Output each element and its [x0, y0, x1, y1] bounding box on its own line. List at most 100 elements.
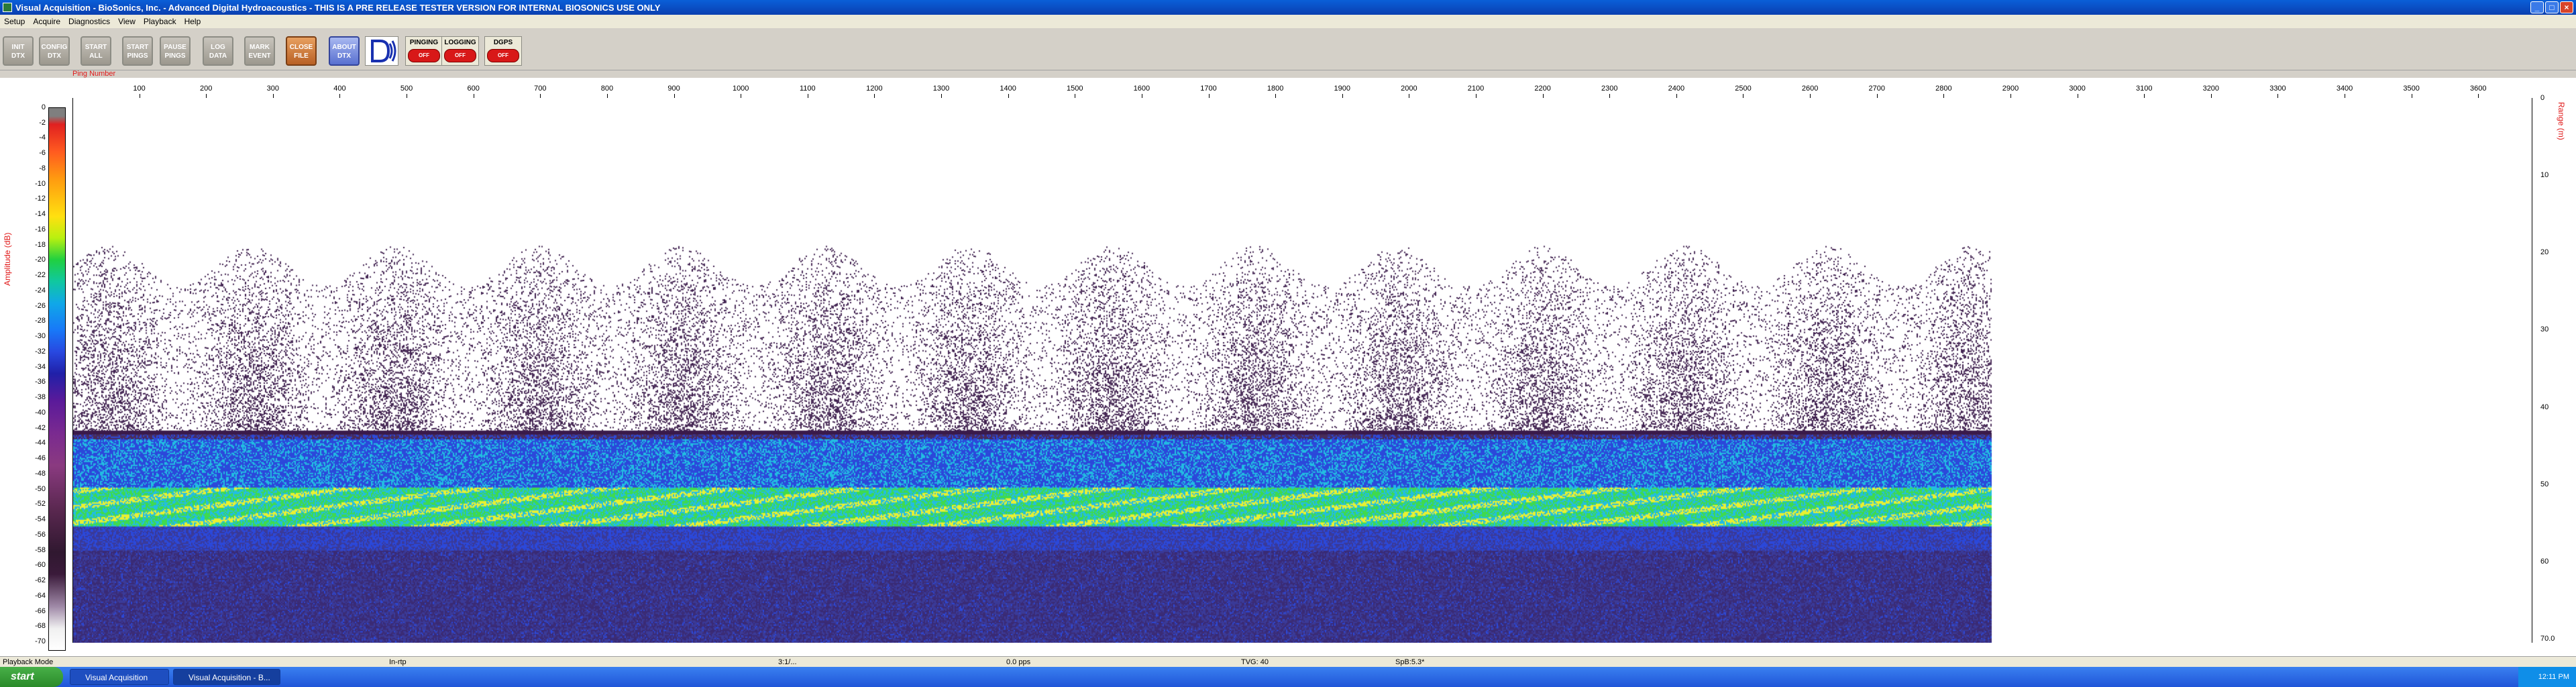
amplitude-tick-label: -24	[35, 286, 46, 295]
amplitude-tick-label: -18	[35, 240, 46, 249]
ping-tick-label: 100	[133, 85, 146, 93]
logging-indicator-label: LOGGING	[444, 39, 476, 46]
init-dtx-label: INIT	[11, 44, 25, 51]
window-controls: _ □ ×	[2530, 1, 2573, 13]
amplitude-tick-label: -40	[35, 408, 46, 417]
amplitude-tick-label: -50	[35, 484, 46, 493]
ping-tick-label: 2000	[1401, 85, 1417, 93]
amplitude-tick-label: -38	[35, 393, 46, 402]
ping-tick-label: 3600	[2470, 85, 2487, 93]
ping-axis: 100 200 300 400 500 600 700 800 900 1000 1100 1200 1…	[72, 78, 2532, 99]
start-pings-button[interactable]: START PINGS	[122, 36, 153, 66]
mark-event-label: MARK	[250, 44, 270, 51]
taskbar-item-2[interactable]: Visual Acquisition - B...	[173, 669, 280, 685]
range-tick-label: 30	[2540, 325, 2549, 334]
amplitude-scale: Amplitude (dB) 0 -2 -4 -6 -8 -10 -12 -14 -16 -18 -…	[0, 98, 72, 651]
ping-tick-label: 1500	[1067, 85, 1083, 93]
amplitude-tick-label: -62	[35, 576, 46, 585]
amplitude-tick-label: -8	[39, 164, 46, 172]
status-bar: Playback Mode In-rtp 3:1/... 0.0 pps TVG…	[0, 656, 2576, 668]
start-all-button[interactable]: START ALL	[80, 36, 111, 66]
amplitude-tick-label: -54	[35, 515, 46, 524]
amplitude-tick-label: -12	[35, 195, 46, 203]
pause-pings-button[interactable]: PAUSE PINGS	[160, 36, 191, 66]
pause-pings-label: PAUSE	[164, 44, 186, 51]
config-dtx-button[interactable]: CONFIG DTX	[39, 36, 70, 66]
amplitude-tick-label: -6	[39, 149, 46, 158]
logging-indicator: LOGGING OFF	[441, 36, 479, 66]
mark-event-button[interactable]: MARK EVENT	[244, 36, 275, 66]
about-dtx-button[interactable]: ABOUT DTX	[329, 36, 360, 66]
range-axis-label: Range (m)	[2557, 102, 2566, 140]
menu-help[interactable]: Help	[180, 17, 205, 26]
amplitude-tick-label: -22	[35, 271, 46, 280]
ping-tick-label: 2400	[1668, 85, 1685, 93]
ping-tick-label: 2800	[1935, 85, 1952, 93]
pinging-state: OFF	[408, 49, 440, 62]
menu-playback[interactable]: Playback	[140, 17, 180, 26]
ping-tick-label: 2700	[1868, 85, 1885, 93]
menu-acquire[interactable]: Acquire	[29, 17, 64, 26]
title-bar: Visual Acquisition - BioSonics, Inc. - A…	[0, 0, 2576, 15]
log-data-label: LOG	[211, 44, 225, 51]
amplitude-tick-label: -60	[35, 561, 46, 570]
amplitude-tick-label: -56	[35, 530, 46, 539]
amplitude-axis-label: Amplitude (dB)	[3, 232, 12, 286]
amplitude-tick-label: -14	[35, 210, 46, 219]
range-axis: Range (m) 0 10 20 30 40 50 60 70.0	[2532, 94, 2576, 643]
start-all-label: START	[85, 44, 107, 51]
close-file-button[interactable]: CLOSE FILE	[286, 36, 317, 66]
menu-bar: Setup Acquire Diagnostics View Playback …	[0, 15, 2576, 28]
amplitude-tick-label: -66	[35, 606, 46, 615]
ping-tick-label: 500	[400, 85, 413, 93]
start-all-sublabel: ALL	[89, 52, 103, 60]
status-tvg: TVG: 40	[1241, 658, 1269, 666]
ping-tick-label: 1600	[1133, 85, 1150, 93]
ping-number-label: Ping Number	[72, 70, 116, 78]
ping-tick-label: 200	[200, 85, 213, 93]
start-pings-label: START	[126, 44, 149, 51]
ping-tick-label: 3000	[2069, 85, 2086, 93]
ping-tick-label: 3400	[2336, 85, 2353, 93]
init-dtx-button[interactable]: INIT DTX	[3, 36, 34, 66]
range-tick-label: 70.0	[2540, 635, 2555, 643]
ping-tick-label: 600	[467, 85, 480, 93]
amplitude-tick-label: -70	[35, 637, 46, 645]
ping-tick-label: 3500	[2403, 85, 2420, 93]
ping-tick-label: 800	[600, 85, 614, 93]
range-tick-label: 10	[2540, 171, 2549, 180]
range-tick-label: 60	[2540, 557, 2549, 566]
dgps-indicator: DGPS OFF	[484, 36, 522, 66]
maximize-button[interactable]: □	[2545, 1, 2559, 13]
pinging-indicator-label: PINGING	[409, 39, 439, 46]
echogram-area[interactable]	[72, 98, 2532, 643]
menu-diagnostics[interactable]: Diagnostics	[64, 17, 114, 26]
system-tray-clock: 12:11 PM	[2518, 667, 2576, 687]
menu-setup[interactable]: Setup	[0, 17, 29, 26]
range-tick-label: 0	[2540, 94, 2545, 102]
ping-tick-label: 1000	[732, 85, 749, 93]
amplitude-tick-label: -36	[35, 378, 46, 386]
pinging-indicator: PINGING OFF	[405, 36, 443, 66]
close-button[interactable]: ×	[2560, 1, 2573, 13]
amplitude-tick-label: -20	[35, 256, 46, 264]
ping-tick-label: 2600	[1801, 85, 1819, 93]
amplitude-tick-label: 0	[41, 103, 46, 111]
menu-view[interactable]: View	[114, 17, 140, 26]
start-button[interactable]: start	[0, 667, 63, 687]
minimize-button[interactable]: _	[2530, 1, 2544, 13]
log-data-button[interactable]: LOG DATA	[203, 36, 233, 66]
taskbar-item-1[interactable]: Visual Acquisition	[70, 669, 169, 685]
amplitude-tick-label: -10	[35, 179, 46, 188]
pause-pings-sublabel: PINGS	[164, 52, 186, 60]
logging-state: OFF	[444, 49, 476, 62]
biosonics-logo-icon	[365, 36, 398, 66]
ping-tick-label: 2200	[1534, 85, 1551, 93]
ping-tick-label: 300	[266, 85, 280, 93]
ping-tick-label: 1700	[1200, 85, 1217, 93]
start-pings-sublabel: PINGS	[127, 52, 148, 60]
echogram-canvas[interactable]	[73, 98, 2532, 643]
amplitude-tick-label: -48	[35, 469, 46, 478]
echogram-panel: 100 200 300 400 500 600 700 800 900 1000 1100 1200 1…	[0, 78, 2576, 656]
dgps-indicator-label: DGPS	[493, 39, 513, 46]
